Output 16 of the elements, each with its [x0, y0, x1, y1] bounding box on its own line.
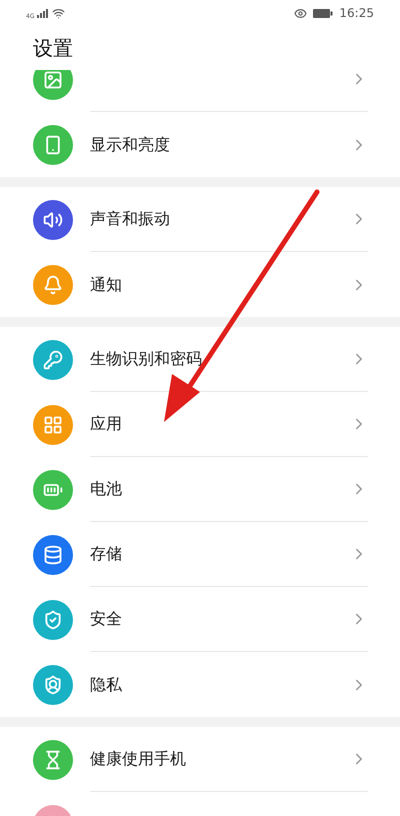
- setting-label[interactable]: 电池: [90, 477, 350, 501]
- setting-label[interactable]: 存储: [90, 542, 350, 566]
- wifi-icon: [52, 6, 66, 20]
- setting-label[interactable]: 隐私: [90, 672, 350, 696]
- setting-label[interactable]: 通知: [90, 272, 350, 296]
- battery-status-icon: [313, 8, 334, 18]
- setting-label[interactable]: 显示和亮度: [90, 132, 350, 156]
- setting-label[interactable]: 安全: [90, 607, 350, 631]
- setting-label[interactable]: 健康使用手机: [90, 747, 350, 771]
- signal-icon: [37, 8, 50, 18]
- page-title: 设置: [33, 35, 73, 62]
- clock: 16:25: [339, 5, 374, 22]
- setting-label[interactable]: 应用: [90, 412, 350, 436]
- setting-label[interactable]: 声音和振动: [90, 207, 350, 231]
- eye-icon: [294, 6, 308, 20]
- setting-label[interactable]: 生物识别和密码: [90, 347, 350, 371]
